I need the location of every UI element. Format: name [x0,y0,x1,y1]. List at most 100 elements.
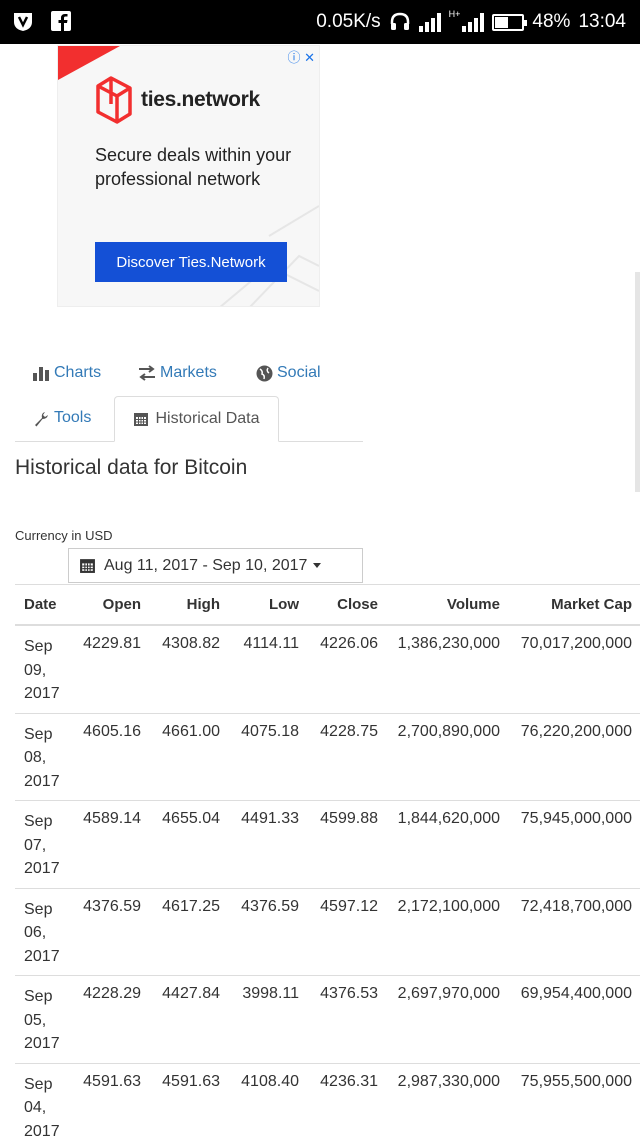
clock: 13:04 [578,11,626,32]
cell-open: 4229.81 [83,635,141,652]
cell-open: 4376.59 [83,897,141,915]
signal-icon [418,12,441,32]
date-range-value: Aug 11, 2017 - Sep 10, 2017 [104,556,308,574]
network-speed: 0.05K/s [316,11,381,32]
cell-date: Sep 07, 2017 [24,813,60,877]
cell-close: 4226.06 [320,635,378,652]
calendar-icon [80,559,95,573]
cell-high: 4591.63 [162,1072,220,1090]
cell-high: 4655.04 [162,810,220,827]
cell-date: Sep 04, 2017 [24,1075,60,1138]
tab-tools-label: Tools [54,409,92,426]
ad-discover-button[interactable]: Discover Ties.Network [95,242,287,282]
status-bar: 0.05K/s H+ 48% 13:04 [0,0,640,44]
shield-app-icon [14,13,32,31]
cell-close: 4236.31 [320,1072,378,1090]
currency-label: Currency in USD [15,528,113,543]
ad-logo: ties.network [95,74,260,126]
cell-volume: 2,987,330,000 [397,1072,500,1090]
cell-low: 4491.33 [241,810,299,827]
cell-open: 4589.14 [83,810,141,827]
signal-icon-2 [462,12,485,32]
cell-low: 4114.11 [243,635,299,652]
cell-date: Sep 06, 2017 [24,900,60,965]
table-row: Sep 08, 2017 4605.16 4661.00 4075.18 4228.75… [15,714,640,801]
scrollbar[interactable] [635,272,640,492]
cell-close: 4597.12 [320,897,378,915]
col-open[interactable]: Open [67,596,141,613]
col-date[interactable]: Date [15,596,67,613]
ad-info-icon[interactable]: ⓘ [287,50,300,65]
cell-market-cap: 75,945,000,000 [520,810,632,827]
cell-low: 4108.40 [241,1072,299,1090]
date-range-picker[interactable]: Aug 11, 2017 - Sep 10, 2017 [68,548,363,583]
tab-tools[interactable]: Tools [33,409,91,427]
ties-logo-icon [96,76,132,124]
table-row: Sep 06, 2017 4376.59 4617.25 4376.59 4597.12… [15,889,640,976]
table-header: Date Open High Low Close Volume Market C… [15,585,640,626]
ad-tagline: Secure deals within your professional ne… [95,145,292,189]
tab-charts-label: Charts [54,364,102,381]
col-close[interactable]: Close [299,596,378,613]
cell-low: 4075.18 [241,722,299,740]
historical-table: Date Open High Low Close Volume Market C… [15,584,640,1138]
cell-low: 4376.59 [241,897,299,915]
exchange-icon [139,365,155,381]
page-title: Historical data for Bitcoin [15,456,248,479]
network-type: H+ [448,9,461,19]
cell-market-cap: 70,017,200,000 [520,635,632,652]
cell-volume: 2,697,970,000 [397,985,500,1002]
tab-social-label: Social [277,364,321,381]
cell-date: Sep 09, 2017 [24,638,60,702]
cell-high: 4661.00 [162,722,220,740]
cell-date: Sep 05, 2017 [24,988,60,1052]
cell-market-cap: 76,220,200,000 [520,722,632,740]
table-row: Sep 09, 2017 4229.81 4308.82 4114.11 4226.06… [15,626,640,714]
battery-percent: 48% [532,11,571,32]
table-body: Sep 09, 2017 4229.81 4308.82 4114.11 4226.06… [15,626,640,1138]
chevron-down-icon [313,563,322,568]
cell-volume: 2,172,100,000 [397,897,500,915]
cell-market-cap: 69,954,400,000 [520,985,632,1002]
table-row: Sep 04, 2017 4591.63 4591.63 4108.40 4236.31… [15,1064,640,1138]
coin-tabs: Charts Markets Social Tools Historical D… [15,352,363,442]
table-row: Sep 05, 2017 4228.29 4427.84 3998.11 4376.53… [15,976,640,1064]
cell-open: 4591.63 [83,1072,141,1090]
cell-market-cap: 75,955,500,000 [520,1072,632,1090]
cell-volume: 2,700,890,000 [397,722,500,740]
cell-high: 4308.82 [162,635,220,652]
tab-charts[interactable]: Charts [33,364,101,382]
col-volume[interactable]: Volume [378,596,500,613]
tab-markets-label: Markets [160,364,217,381]
battery-icon [492,13,528,31]
cell-close: 4376.53 [320,985,378,1002]
tab-markets[interactable]: Markets [138,364,217,382]
battery-fill [495,16,508,28]
col-high[interactable]: High [141,596,220,613]
cell-market-cap: 72,418,700,000 [520,897,632,915]
cell-volume: 1,386,230,000 [397,635,500,652]
calendar-icon [134,413,149,426]
ad-close-icon[interactable]: ✕ [304,50,315,65]
advertisement[interactable]: ⓘ ✕ ties.network Secure deals within you… [57,45,320,307]
cell-volume: 1,844,620,000 [397,810,500,827]
cell-close: 4599.88 [320,810,378,827]
ad-info-controls[interactable]: ⓘ ✕ [287,47,315,66]
tab-historical-label: Historical Data [155,410,260,427]
cell-open: 4228.29 [83,985,141,1002]
globe-icon [256,365,273,381]
cell-open: 4605.16 [83,722,141,740]
tab-social[interactable]: Social [256,364,321,382]
table-row: Sep 07, 2017 4589.14 4655.04 4491.33 4599.88… [15,801,640,889]
cell-low: 3998.11 [242,985,299,1002]
cell-date: Sep 08, 2017 [24,725,60,790]
col-market-cap[interactable]: Market Cap [500,596,632,613]
wrench-icon [35,411,48,426]
cell-high: 4617.25 [162,897,220,915]
bar-chart-icon [33,367,49,381]
tab-historical-data[interactable]: Historical Data [114,396,279,442]
ad-brand: ties.network [141,88,260,111]
col-low[interactable]: Low [220,596,299,613]
cell-high: 4427.84 [162,985,220,1002]
cell-close: 4228.75 [320,722,378,740]
